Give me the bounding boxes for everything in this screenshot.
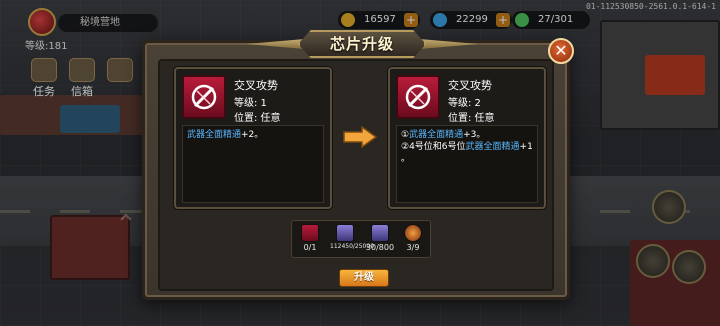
dialog-title: 芯片升级 <box>329 35 394 53</box>
material-count: 112450/25000 <box>330 243 375 250</box>
material-item[interactable]: 3/9 <box>398 224 428 252</box>
chip-icon <box>182 75 226 119</box>
orb-icon <box>404 224 422 242</box>
effect-name: 武器全面精通 <box>465 142 520 152</box>
chip-position: 位置: 任意 <box>448 113 495 124</box>
chip-level: 等级: 1 <box>234 98 267 109</box>
effect-name: 武器全面精通 <box>187 130 242 140</box>
effect-line: ②4号位和6号位武器全面精通+1 <box>401 141 533 153</box>
chip-position: 位置: 任意 <box>234 113 281 124</box>
material-item[interactable]: 30/800 <box>365 224 395 252</box>
material-count: 30/800 <box>365 243 395 252</box>
material-item[interactable]: 0/1 <box>295 224 325 252</box>
card-icon <box>371 224 389 242</box>
close-button[interactable]: ✕ <box>548 38 574 64</box>
card-icon <box>336 224 354 242</box>
effect-value: +3。 <box>463 130 486 140</box>
chip-icon <box>396 75 440 119</box>
next-chip-panel: 交叉攻势 等级: 2 位置: 任意 ①武器全面精通+3。 ②4号位和6号位武器全… <box>388 67 546 209</box>
chip-effect: 武器全面精通+2。 <box>182 125 324 203</box>
material-count: 0/1 <box>303 243 317 252</box>
effect-value: +1 <box>519 142 533 152</box>
material-item[interactable]: 112450/25000 <box>330 224 375 250</box>
chip-effect: ①武器全面精通+3。 ②4号位和6号位武器全面精通+1 。 <box>396 125 538 203</box>
effect-prefix: ②4号位和6号位 <box>401 142 466 152</box>
arrow-right-icon <box>343 126 378 148</box>
material-list: 0/1 112450/25000 30/800 3/9 <box>291 220 431 258</box>
effect-line: ①武器全面精通+3。 <box>401 129 533 141</box>
effect-name: 武器全面精通 <box>409 130 464 140</box>
chip-name: 交叉攻势 <box>234 79 278 92</box>
effect-value: +2。 <box>241 130 264 140</box>
title-plate: 芯片升级 <box>246 30 478 60</box>
upgrade-button[interactable]: 升级 <box>339 269 389 287</box>
chip-icon <box>301 224 319 242</box>
effect-prefix: ① <box>401 130 410 140</box>
material-count: 3/9 <box>406 243 420 252</box>
chip-level: 等级: 2 <box>448 98 481 109</box>
current-chip-panel: 交叉攻势 等级: 1 位置: 任意 武器全面精通+2。 <box>174 67 332 209</box>
chip-name: 交叉攻势 <box>448 79 492 92</box>
effect-end: 。 <box>401 154 411 164</box>
